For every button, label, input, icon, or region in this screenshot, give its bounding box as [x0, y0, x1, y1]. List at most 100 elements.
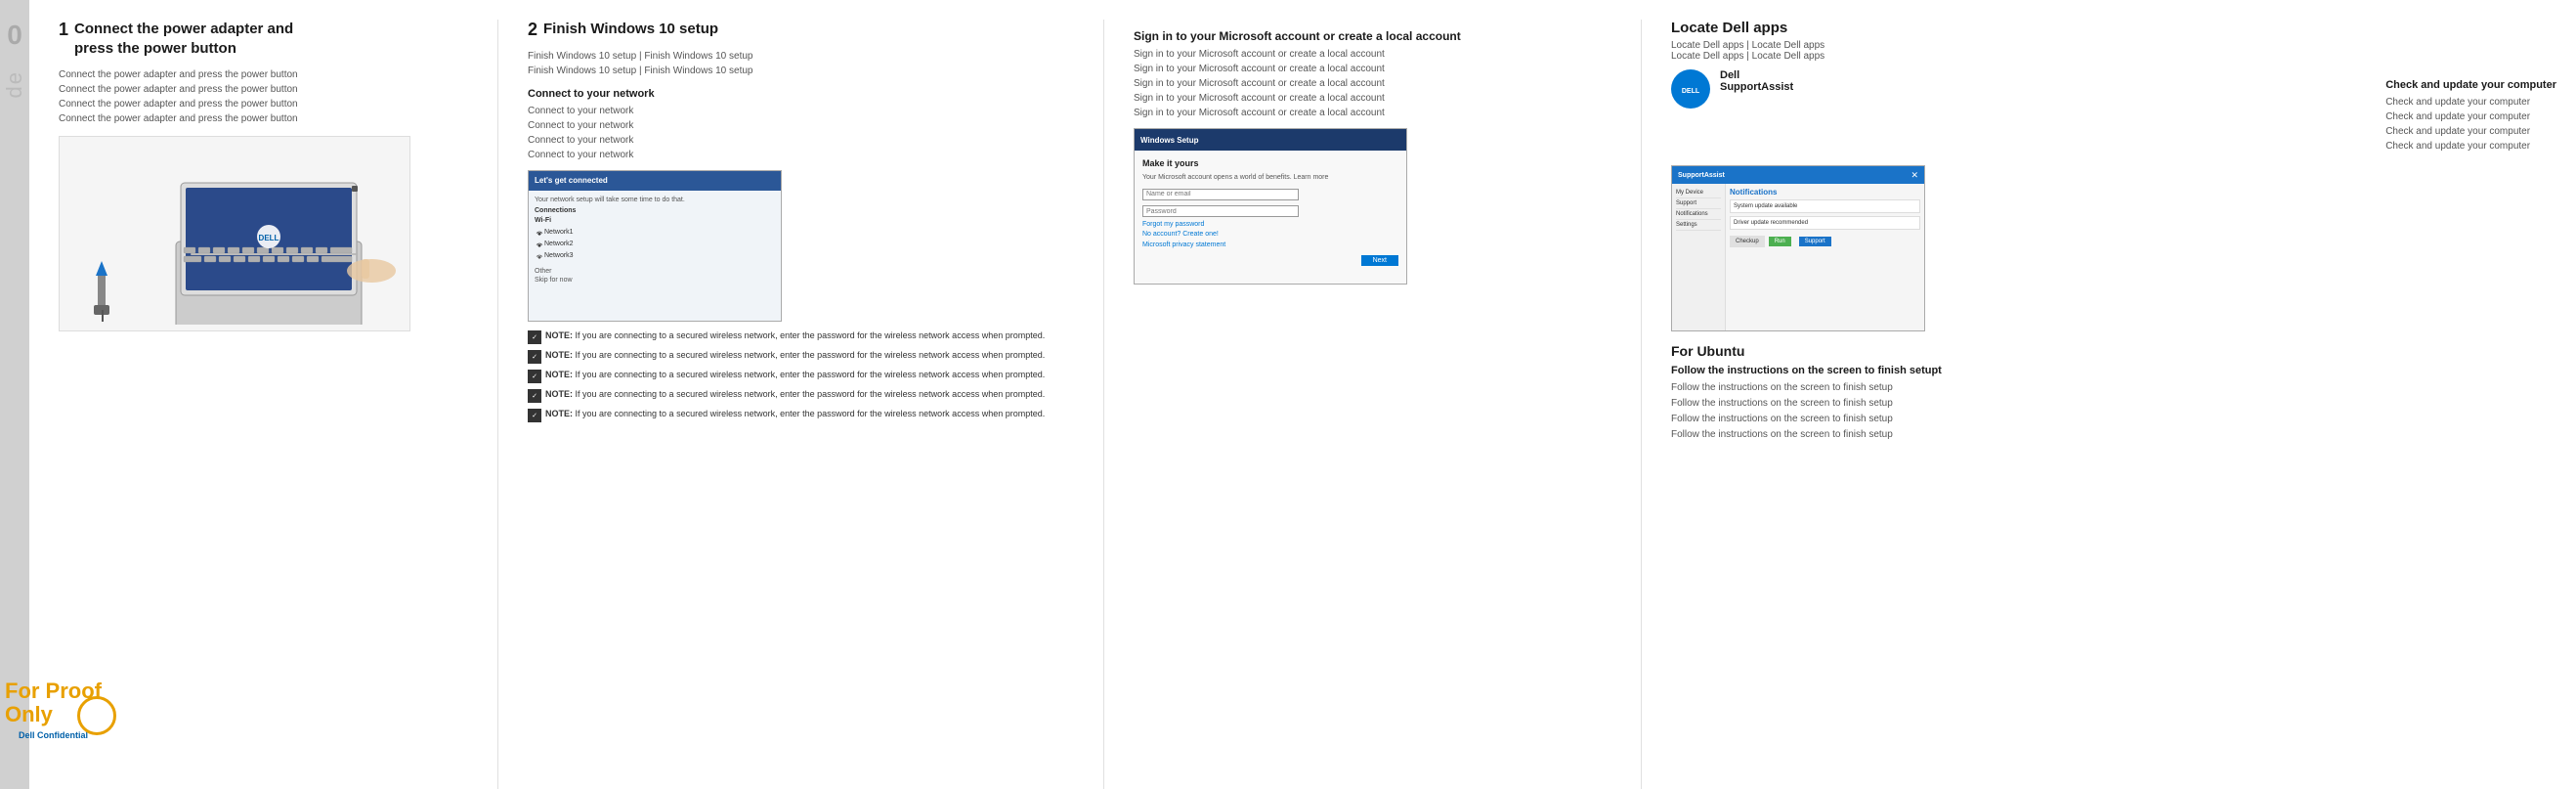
- signin-password-row: [1142, 204, 1398, 218]
- check-update-text: Check and update your computer Check and…: [2385, 95, 2556, 153]
- section-4: Locate Dell apps Locate Dell apps | Loca…: [1642, 20, 2576, 789]
- no-account-link[interactable]: No account? Create one!: [1142, 231, 1398, 238]
- app-notification-1: System update available: [1730, 199, 1920, 213]
- check-l2: Check and update your computer: [2385, 110, 2556, 124]
- note-text-4: NOTE: If you are connecting to a secured…: [545, 388, 1045, 401]
- wifi-name-2: Network2: [544, 241, 574, 247]
- app-body: My Device Support Notifications Settings…: [1672, 184, 1924, 330]
- strip-number: 0: [7, 20, 22, 51]
- section2-sub-line2: Finish Windows 10 setup | Finish Windows…: [528, 64, 1084, 78]
- section2-title-row: 2 Finish Windows 10 setup: [528, 20, 1084, 45]
- dell-logo-icon: DELL: [1679, 77, 1702, 101]
- dell-name-line2: SupportAssist: [1720, 81, 1793, 93]
- app-header-text: SupportAssist: [1678, 172, 1725, 179]
- sidebar-item-support[interactable]: Support: [1676, 198, 1721, 209]
- svg-text:DELL: DELL: [259, 234, 279, 242]
- section1-sub-line2: Connect the power adapter and press the …: [59, 82, 478, 97]
- signin-screenshot: Windows Setup Make it yours Your Microso…: [1134, 128, 1407, 285]
- section-3: Sign in to your Microsoft account or cre…: [1104, 20, 1642, 789]
- signin-bottom-row: Microsoft privacy statement Next: [1142, 241, 1398, 248]
- sidebar-item-settings[interactable]: Settings: [1676, 220, 1721, 231]
- note-icon-5: ✓: [528, 409, 541, 422]
- support-button[interactable]: Support: [1799, 237, 1831, 246]
- screenshot-header: Let's get connected: [529, 171, 781, 191]
- app-sidebar: My Device Support Notifications Settings: [1672, 184, 1726, 330]
- signin-email-input[interactable]: [1142, 189, 1299, 200]
- screenshot-subtext: Your network setup will take some time t…: [535, 197, 775, 203]
- network-screenshot: Let's get connected Your network setup w…: [528, 170, 782, 322]
- note-bold-2: NOTE:: [545, 350, 573, 360]
- wifi-label: Wi-Fi: [535, 217, 775, 224]
- close-button[interactable]: ✕: [1911, 170, 1918, 181]
- s3-l3: Sign in to your Microsoft account or cre…: [1134, 76, 1621, 91]
- app-main-title: Notifications: [1730, 188, 1920, 197]
- signin-title-text: Windows Setup: [1140, 136, 1198, 145]
- section3-text: Sign in to your Microsoft account or cre…: [1134, 47, 1621, 120]
- wifi-list: Network1 Network2 Network3: [535, 227, 775, 262]
- note-text-5: NOTE: If you are connecting to a secured…: [545, 408, 1045, 420]
- check-l1: Check and update your computer: [2385, 95, 2556, 110]
- s3-l4: Sign in to your Microsoft account or cre…: [1134, 91, 1621, 106]
- section2-title: Finish Windows 10 setup: [543, 20, 718, 39]
- check-update-block: Check and update your computer Check and…: [2385, 69, 2556, 157]
- connect-other-label: Other: [535, 268, 775, 275]
- note-2: ✓ NOTE: If you are connecting to a secur…: [528, 349, 1084, 364]
- connect-skip-label: Skip for now: [535, 277, 775, 284]
- signin-email-row: [1142, 187, 1398, 200]
- apps-title: Locate Dell apps: [1671, 20, 2556, 36]
- section1-title-row: 1 Connect the power adapter andpress the…: [59, 20, 478, 64]
- s3-l5: Sign in to your Microsoft account or cre…: [1134, 106, 1621, 120]
- forgot-password-link[interactable]: Forgot my password: [1142, 221, 1398, 228]
- section-2: 2 Finish Windows 10 setup Finish Windows…: [498, 20, 1104, 789]
- app-main: Notifications System update available Dr…: [1726, 184, 1924, 330]
- ubuntu-l4: Follow the instructions on the screen to…: [1671, 427, 2556, 443]
- wifi-item-2: Network2: [535, 239, 775, 250]
- signin-body: Make it yours Your Microsoft account ope…: [1135, 151, 1406, 284]
- note-bold-3: NOTE:: [545, 370, 573, 379]
- note-icon-2: ✓: [528, 350, 541, 364]
- apps-sub-lines: Locate Dell apps | Locate Dell apps Loca…: [1671, 40, 2556, 62]
- note-text-1: NOTE: If you are connecting to a secured…: [545, 329, 1045, 342]
- sidebar-item-mydevice[interactable]: My Device: [1676, 188, 1721, 198]
- section1-sub-line1: Connect the power adapter and press the …: [59, 67, 478, 82]
- apps-sub-l2: Locate Dell apps | Locate Dell apps: [1671, 51, 2556, 62]
- s2-sub-l3: Connect to your network: [528, 133, 1084, 148]
- section3-title: Sign in to your Microsoft account or cre…: [1134, 29, 1621, 43]
- notes-container: ✓ NOTE: If you are connecting to a secur…: [528, 329, 1084, 422]
- note-icon-1: ✓: [528, 330, 541, 344]
- ubuntu-sub-title: Follow the instructions on the screen to…: [1671, 365, 2556, 376]
- ubuntu-l3: Follow the instructions on the screen to…: [1671, 412, 2556, 427]
- privacy-link[interactable]: Microsoft privacy statement: [1142, 241, 1398, 248]
- wifi-name-3: Network3: [544, 252, 574, 259]
- laptop-illustration: DELL: [59, 136, 410, 331]
- note-3: ✓ NOTE: If you are connecting to a secur…: [528, 369, 1084, 383]
- signin-password-input[interactable]: [1142, 205, 1299, 217]
- sidebar-item-notifications[interactable]: Notifications: [1676, 209, 1721, 220]
- screenshot-header-text: Let's get connected: [535, 176, 608, 185]
- wifi-item-1: Network1: [535, 227, 775, 239]
- note-text-3: NOTE: If you are connecting to a secured…: [545, 369, 1045, 381]
- note-5: ✓ NOTE: If you are connecting to a secur…: [528, 408, 1084, 422]
- strip-text: de: [2, 70, 27, 98]
- wifi-signal-icon-1: [535, 229, 544, 237]
- svg-text:DELL: DELL: [1682, 88, 1700, 95]
- watermark-circle: [77, 696, 116, 735]
- next-button[interactable]: Next: [1361, 255, 1398, 266]
- supportassist-screenshot: SupportAssist ✕ My Device Support Notifi…: [1671, 165, 1925, 331]
- check-l3: Check and update your computer: [2385, 124, 2556, 139]
- note-1: ✓ NOTE: If you are connecting to a secur…: [528, 329, 1084, 344]
- section-1: 1 Connect the power adapter andpress the…: [29, 20, 498, 789]
- dell-name-line1: Dell: [1720, 69, 1739, 81]
- ubuntu-text: Follow the instructions on the screen to…: [1671, 380, 2556, 443]
- note-bold-5: NOTE:: [545, 409, 573, 418]
- run-button[interactable]: Run: [1769, 237, 1791, 246]
- laptop-svg: DELL: [68, 144, 401, 325]
- section2-sub-line1: Finish Windows 10 setup | Finish Windows…: [528, 49, 1084, 64]
- wifi-signal-icon-2: [535, 241, 544, 248]
- s3-l2: Sign in to your Microsoft account or cre…: [1134, 62, 1621, 76]
- section1-number: 1: [59, 20, 68, 40]
- section2-subtitle: Finish Windows 10 setup | Finish Windows…: [528, 49, 1084, 78]
- s2-sub-l2: Connect to your network: [528, 118, 1084, 133]
- note-icon-4: ✓: [528, 389, 541, 403]
- wifi-item-3: Network3: [535, 250, 775, 262]
